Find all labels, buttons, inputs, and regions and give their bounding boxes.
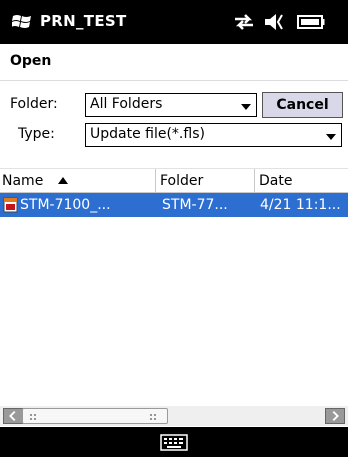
type-dropdown[interactable]: Update file(*.fls): [85, 123, 342, 147]
column-header-name-label: Name: [2, 173, 44, 189]
scrollbar-thumb[interactable]: [22, 408, 168, 424]
app-title: PRN_TEST: [40, 12, 127, 30]
list-header: Name Folder Date: [0, 168, 348, 193]
row-name: STM-7100_...: [20, 197, 111, 213]
status-bar: PRN_TEST: [0, 0, 348, 44]
chevron-down-icon: [326, 134, 336, 140]
dialog-title: Open: [10, 53, 52, 69]
cancel-button[interactable]: Cancel: [262, 92, 343, 118]
windows-logo-icon[interactable]: [12, 13, 32, 31]
file-list[interactable]: STM-7100_... STM-77... 4/21 11:1...: [0, 193, 348, 405]
type-dropdown-value: Update file(*.fls): [90, 126, 205, 142]
row-folder: STM-77...: [162, 197, 228, 213]
folder-label: Folder:: [10, 96, 58, 112]
column-header-name[interactable]: Name: [0, 169, 155, 193]
list-row[interactable]: STM-7100_... STM-77... 4/21 11:1...: [0, 193, 348, 217]
sort-ascending-icon: [58, 177, 68, 184]
column-header-folder[interactable]: Folder: [155, 169, 254, 193]
column-header-folder-label: Folder: [160, 173, 204, 189]
type-label: Type:: [18, 126, 55, 142]
column-header-date[interactable]: Date: [254, 169, 348, 193]
folder-dropdown[interactable]: All Folders: [85, 93, 257, 117]
horizontal-scrollbar[interactable]: [0, 406, 348, 426]
volume-icon[interactable]: [263, 11, 289, 33]
row-date: 4/21 11:1...: [260, 197, 341, 213]
folder-dropdown-value: All Folders: [90, 96, 163, 112]
scroll-right-arrow-icon[interactable]: [325, 408, 345, 424]
scroll-left-arrow-icon[interactable]: [3, 408, 23, 424]
connectivity-icon[interactable]: [231, 11, 257, 33]
grip-icon: [150, 414, 156, 420]
dialog-header: Open: [0, 44, 348, 81]
chevron-down-icon: [241, 104, 251, 110]
keyboard-icon[interactable]: [160, 434, 188, 451]
bottom-bar: [0, 427, 348, 457]
battery-icon[interactable]: [297, 14, 325, 30]
update-file-icon: [3, 197, 18, 213]
grip-icon: [30, 414, 36, 420]
column-header-date-label: Date: [259, 173, 293, 189]
